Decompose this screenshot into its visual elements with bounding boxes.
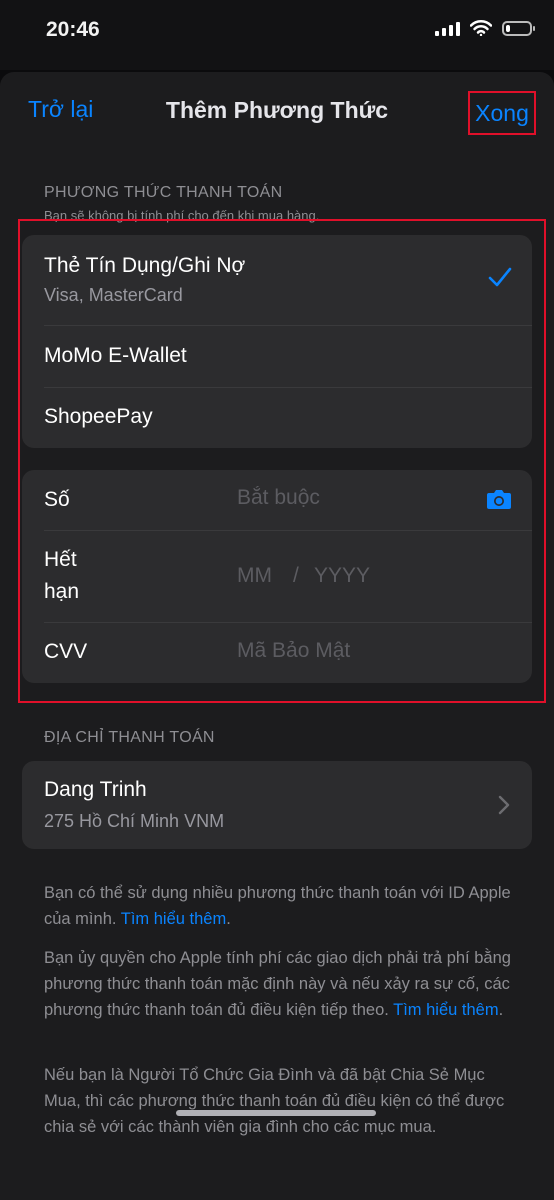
expiry-separator: / bbox=[293, 564, 299, 587]
cellular-signal-icon bbox=[435, 20, 460, 36]
camera-icon[interactable] bbox=[486, 488, 512, 510]
cvv-label: CVV bbox=[44, 640, 88, 663]
footer-period: . bbox=[498, 1001, 504, 1019]
footer-paragraph-3: Nếu bạn là Người Tổ Chức Gia Đình và đã … bbox=[44, 1066, 505, 1136]
billing-address: 275 Hồ Chí Minh VNM bbox=[44, 811, 225, 831]
expiry-row: Hết hạn / bbox=[22, 531, 532, 622]
card-number-label: Số bbox=[44, 488, 70, 511]
expiry-label: Hết hạn bbox=[44, 548, 80, 603]
home-indicator[interactable] bbox=[176, 1110, 376, 1116]
billing-name: Dang Trinh bbox=[44, 778, 147, 801]
status-icons bbox=[435, 20, 535, 36]
footer-paragraph-1: Bạn có thể sử dụng nhiều phương thức tha… bbox=[44, 880, 514, 932]
battery-level bbox=[506, 24, 510, 32]
wifi-icon bbox=[470, 20, 492, 36]
cvv-row: CVV bbox=[22, 623, 532, 683]
navigation-bar: Trở lại Thêm Phương Thức Xong bbox=[0, 72, 554, 148]
card-number-row: Số bbox=[22, 470, 532, 530]
footer-period: . bbox=[226, 910, 231, 928]
learn-more-link[interactable]: Tìm hiểu thêm bbox=[393, 1001, 498, 1019]
status-bar: 20:46 bbox=[0, 0, 554, 70]
payment-section-header: PHƯƠNG THỨC THANH TOÁN bbox=[44, 184, 283, 201]
method-label: ShopeePay bbox=[44, 405, 153, 428]
learn-more-link[interactable]: Tìm hiểu thêm bbox=[121, 910, 226, 928]
status-time: 20:46 bbox=[46, 18, 100, 41]
chevron-right-icon bbox=[498, 795, 510, 815]
method-sublabel: Visa, MasterCard bbox=[44, 285, 183, 305]
card-details-form: Số Hết hạn / CVV bbox=[22, 470, 532, 683]
checkmark-icon bbox=[488, 267, 512, 287]
method-label: MoMo E-Wallet bbox=[44, 344, 187, 367]
expiry-year-input[interactable] bbox=[314, 564, 394, 588]
done-button[interactable]: Xong bbox=[468, 91, 536, 135]
card-number-input[interactable] bbox=[237, 486, 457, 510]
method-shopeepay[interactable]: ShopeePay bbox=[22, 388, 532, 448]
method-momo[interactable]: MoMo E-Wallet bbox=[22, 326, 532, 387]
expiry-month-input[interactable] bbox=[237, 564, 287, 588]
footer-text: Bạn có thể sử dụng nhiều phương thức tha… bbox=[44, 884, 511, 928]
method-label: Thẻ Tín Dụng/Ghi Nợ bbox=[44, 254, 246, 277]
footer-paragraph-2: Bạn ủy quyền cho Apple tính phí các giao… bbox=[44, 945, 514, 1023]
payment-methods-list: Thẻ Tín Dụng/Ghi Nợ Visa, MasterCard MoM… bbox=[22, 235, 532, 448]
billing-address-card[interactable]: Dang Trinh 275 Hồ Chí Minh VNM bbox=[22, 761, 532, 849]
billing-section-header: ĐỊA CHỈ THANH TOÁN bbox=[44, 729, 215, 746]
add-payment-sheet: Trở lại Thêm Phương Thức Xong PHƯƠNG THỨ… bbox=[0, 72, 554, 1200]
method-credit-debit-card[interactable]: Thẻ Tín Dụng/Ghi Nợ Visa, MasterCard bbox=[22, 235, 532, 325]
cvv-input[interactable] bbox=[237, 639, 457, 663]
battery-icon bbox=[502, 20, 535, 36]
